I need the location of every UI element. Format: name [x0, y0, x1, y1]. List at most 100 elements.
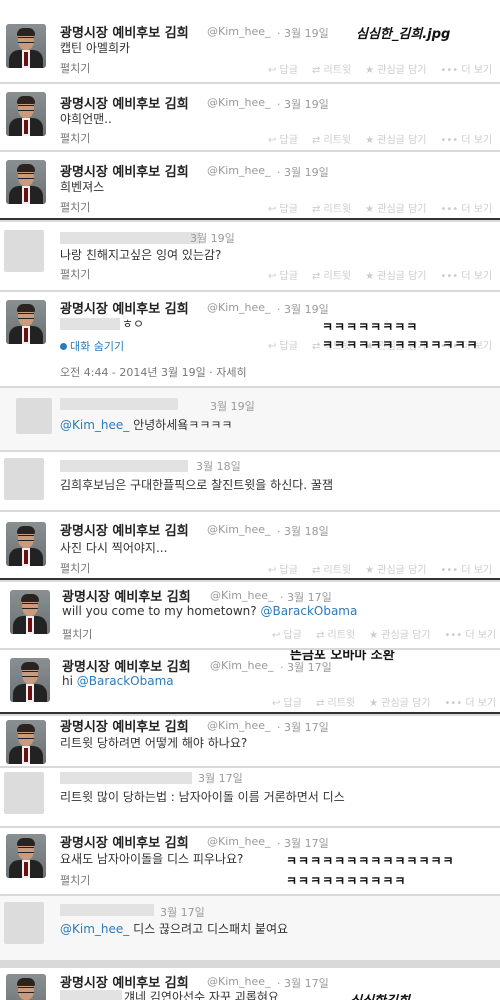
avatar[interactable]	[6, 522, 46, 566]
tweet-15[interactable]: 광명시장 예비후보 김희 @Kim_hee_ · 3월 17일 걔네 김연아선수…	[0, 968, 500, 1000]
tweet-4[interactable]: 3월 19일 나랑 친해지고싶은 잉여 있는감? 펼치기 ↩ 답글 ⇄ 리트윗 ★ …	[0, 222, 500, 290]
tweet-time[interactable]: · 3월 19일	[277, 25, 329, 41]
author-handle[interactable]: @Kim_hee_	[210, 589, 274, 602]
tweet-time[interactable]: 3월 18일	[196, 458, 241, 474]
favorite-button[interactable]: ★ 관심글 담기	[365, 135, 426, 146]
favorite-button[interactable]: ★ 관심글 담기	[365, 65, 426, 76]
reply-button[interactable]: ↩ 답글	[268, 135, 298, 146]
expand-link[interactable]: 펼치기	[62, 626, 92, 642]
tweet-14[interactable]: 3월 17일 @Kim_hee_ 디스 끊으려고 디스패치 붙여요	[0, 896, 500, 960]
tweet-time[interactable]: 3월 19일	[210, 398, 255, 414]
tweet-time[interactable]: · 3월 17일	[277, 835, 329, 851]
tweet-time[interactable]: 3월 19일	[190, 230, 235, 246]
tweet-2[interactable]: 광명시장 예비후보 김희 @Kim_hee_ · 3월 19일 야희언맨.. 펼…	[0, 84, 500, 150]
tweet-8[interactable]: 광명시장 예비후보 김희 @Kim_hee_ · 3월 18일 사진 다시 찍어…	[0, 512, 500, 578]
author-name[interactable]: 광명시장 예비후보 김희	[62, 656, 191, 675]
retweet-button[interactable]: ⇄ 리트윗	[316, 698, 355, 709]
avatar[interactable]	[10, 590, 50, 634]
more-button[interactable]: ••• 더 보기	[440, 135, 492, 146]
avatar[interactable]	[10, 658, 50, 702]
retweet-button[interactable]: ⇄ 리트윗	[316, 630, 355, 641]
reply-button[interactable]: ↩ 답글	[268, 204, 298, 215]
tweet-time[interactable]: · 3월 18일	[277, 523, 329, 539]
more-button[interactable]: ••• 더 보기	[440, 565, 492, 576]
reply-button[interactable]: ↩ 답글	[272, 698, 302, 709]
tweet-time[interactable]: · 3월 19일	[277, 96, 329, 112]
redacted-avatar	[4, 458, 44, 500]
expand-link[interactable]: 펼치기	[60, 199, 90, 215]
expand-link[interactable]: 펼치기	[60, 60, 90, 76]
mention-link[interactable]: @BarackObama	[77, 674, 174, 688]
author-handle[interactable]: @Kim_hee_	[210, 659, 274, 672]
tweet-actions: ↩ 답글 ⇄ 리트윗 ★ 관심글 담기 ••• 더 보기	[268, 561, 500, 576]
avatar[interactable]	[6, 160, 46, 204]
tweet-time[interactable]: · 3월 17일	[280, 589, 332, 605]
author-handle[interactable]: @Kim_hee_	[207, 719, 271, 732]
tweet-actions: ↩ 답글 ⇄ 리트윗 ★ 관심글 담기 ••• 더 보기	[272, 694, 500, 709]
avatar[interactable]	[6, 92, 46, 136]
tweet-time[interactable]: · 3월 17일	[277, 719, 329, 735]
tweet-time[interactable]: 3월 17일	[198, 770, 243, 786]
retweet-button[interactable]: ⇄ 리트윗	[312, 135, 351, 146]
tweet-time[interactable]: · 3월 17일	[277, 975, 329, 991]
tweet-text: ㅎㅇ	[122, 317, 145, 331]
expand-link[interactable]: 펼치기	[60, 130, 90, 146]
tweet-6[interactable]: 3월 19일 @Kim_hee_ 안녕하세욬ㅋㅋㅋㅋ	[0, 388, 500, 450]
tweet-12[interactable]: 3월 17일 리트윗 많이 당하는법 : 남자아이돌 이름 거론하면서 디스	[0, 768, 500, 826]
hide-conversation-link[interactable]: 대화 숨기기	[60, 338, 124, 354]
retweet-button[interactable]: ⇄ 리트윗	[312, 271, 351, 282]
tweet-3[interactable]: 광명시장 예비후보 김희 @Kim_hee_ · 3월 19일 희벤져스 펼치기…	[0, 152, 500, 218]
author-handle[interactable]: @Kim_hee_	[207, 164, 271, 177]
author-name[interactable]: 광명시장 예비후보 김희	[60, 520, 189, 539]
author-handle[interactable]: @Kim_hee_	[207, 25, 271, 38]
more-button[interactable]: ••• 더 보기	[440, 271, 492, 282]
reply-button[interactable]: ↩ 답글	[268, 341, 298, 352]
more-button[interactable]: ••• 더 보기	[440, 65, 492, 76]
reply-button[interactable]: ↩ 답글	[268, 65, 298, 76]
more-button[interactable]: ••• 더 보기	[444, 630, 496, 641]
author-name[interactable]: 광명시장 예비후보 김희	[60, 716, 189, 735]
favorite-button[interactable]: ★ 관심글 담기	[369, 630, 430, 641]
expand-link[interactable]: 펼치기	[60, 560, 90, 576]
reply-button[interactable]: ↩ 답글	[272, 630, 302, 641]
tweet-9[interactable]: 광명시장 예비후보 김희 @Kim_hee_ · 3월 17일 will you…	[0, 582, 500, 648]
retweet-button[interactable]: ⇄ 리트윗	[312, 565, 351, 576]
tweet-time[interactable]: 3월 17일	[160, 904, 205, 920]
tweet-time[interactable]: · 3월 19일	[277, 301, 329, 317]
author-name[interactable]: 광명시장 예비후보 김희	[60, 832, 189, 851]
favorite-button[interactable]: ★ 관심글 담기	[369, 698, 430, 709]
mention-link[interactable]: @Kim_hee_	[60, 418, 129, 432]
tweet-10[interactable]: 광명시장 예비후보 김희 @Kim_hee_ · 3월 17일 hi @Bara…	[0, 650, 500, 712]
avatar[interactable]	[6, 300, 46, 344]
avatar[interactable]	[6, 24, 46, 68]
tweet-11[interactable]: 광명시장 예비후보 김희 @Kim_hee_ · 3월 17일 리트윗 당하려면…	[0, 716, 500, 766]
tweet-7[interactable]: 3월 18일 김희후보님은 구대한플픽으로 찰진트윗을 하신다. 꿀잼	[0, 452, 500, 510]
more-button[interactable]: ••• 더 보기	[440, 204, 492, 215]
author-handle[interactable]: @Kim_hee_	[207, 835, 271, 848]
author-name[interactable]: 광명시장 예비후보 김희	[62, 586, 191, 605]
tweet-time[interactable]: · 3월 19일	[277, 164, 329, 180]
retweet-button[interactable]: ⇄ 리트윗	[312, 65, 351, 76]
redacted-name	[60, 398, 178, 410]
author-handle[interactable]: @Kim_hee_	[207, 975, 271, 988]
reply-button[interactable]: ↩ 답글	[268, 271, 298, 282]
tweet-1[interactable]: 광명시장 예비후보 김희 @Kim_hee_ · 3월 19일 캡틴 아멜희카 …	[0, 0, 500, 82]
tweet-5[interactable]: 광명시장 예비후보 김희 @Kim_hee_ · 3월 19일 ㅎㅇ ㅋㅋㅋㅋㅋ…	[0, 292, 500, 386]
avatar[interactable]	[6, 720, 46, 764]
more-button[interactable]: ••• 더 보기	[444, 698, 496, 709]
mention-link[interactable]: @Kim_hee_	[60, 922, 129, 936]
expand-link[interactable]: 펼치기	[60, 266, 90, 282]
author-handle[interactable]: @Kim_hee_	[207, 301, 271, 314]
favorite-button[interactable]: ★ 관심글 담기	[365, 271, 426, 282]
author-handle[interactable]: @Kim_hee_	[207, 523, 271, 536]
avatar[interactable]	[6, 834, 46, 878]
retweet-button[interactable]: ⇄ 리트윗	[312, 204, 351, 215]
expand-link[interactable]: 펼치기	[60, 872, 90, 888]
favorite-button[interactable]: ★ 관심글 담기	[365, 565, 426, 576]
avatar[interactable]	[6, 974, 46, 1000]
reply-button[interactable]: ↩ 답글	[268, 565, 298, 576]
author-handle[interactable]: @Kim_hee_	[207, 96, 271, 109]
favorite-button[interactable]: ★ 관심글 담기	[365, 204, 426, 215]
mention-link[interactable]: @BarackObama	[260, 604, 357, 618]
tweet-13[interactable]: 광명시장 예비후보 김희 @Kim_hee_ · 3월 17일 요새도 남자아이…	[0, 828, 500, 894]
